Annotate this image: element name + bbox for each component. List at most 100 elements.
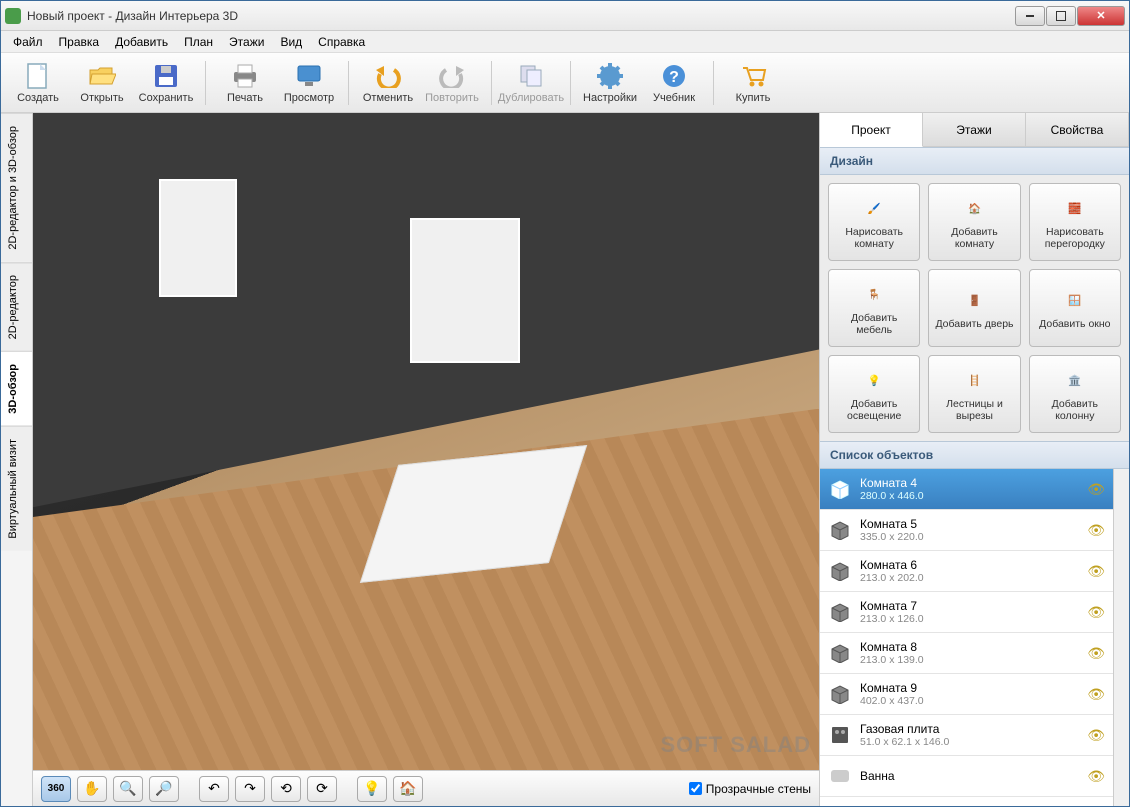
help-button[interactable]: ?Учебник — [643, 56, 705, 110]
buy-button[interactable]: Купить — [722, 56, 784, 110]
pan-button[interactable]: ✋ — [77, 776, 107, 802]
tab-project[interactable]: Проект — [820, 113, 923, 147]
visibility-eye-icon[interactable]: 👁 — [1087, 727, 1105, 744]
object-list-item[interactable]: Комната 6 213.0 x 202.0 👁 — [820, 551, 1113, 592]
undo-icon — [374, 62, 402, 90]
tab-2d[interactable]: 2D-редактор — [1, 262, 32, 351]
duplicate-icon — [517, 62, 545, 90]
right-panel: Проект Этажи Свойства Дизайн 🖌️Нарисоват… — [819, 113, 1129, 806]
draw-partition-button[interactable]: 🧱Нарисовать перегородку — [1029, 183, 1121, 261]
settings-button[interactable]: Настройки — [579, 56, 641, 110]
menu-edit[interactable]: Правка — [51, 33, 108, 51]
open-button[interactable]: Открыть — [71, 56, 133, 110]
left-view-tabs: 2D-редактор и 3D-обзор 2D-редактор 3D-об… — [1, 113, 33, 806]
light-button[interactable]: 💡 — [357, 776, 387, 802]
object-dimensions: 213.0 x 139.0 — [860, 654, 1079, 667]
add-door-button[interactable]: 🚪Добавить дверь — [928, 269, 1020, 347]
visibility-eye-icon[interactable]: 👁 — [1087, 604, 1105, 621]
object-list-item[interactable]: Газовая плита 51.0 x 62.1 x 146.0 👁 — [820, 715, 1113, 756]
visibility-eye-icon[interactable]: 👁 — [1087, 481, 1105, 498]
tab-2d-3d[interactable]: 2D-редактор и 3D-обзор — [1, 113, 32, 262]
scrollbar[interactable] — [1113, 469, 1129, 806]
close-button[interactable] — [1077, 6, 1125, 26]
visibility-eye-icon[interactable]: 👁 — [1087, 645, 1105, 662]
visibility-eye-icon[interactable]: 👁 — [1087, 522, 1105, 539]
3d-render-area[interactable]: SOFT SALAD — [33, 113, 819, 770]
object-icon — [828, 641, 852, 665]
object-list-item[interactable]: Комната 8 213.0 x 139.0 👁 — [820, 633, 1113, 674]
add-furniture-button[interactable]: 🪑Добавить мебель — [828, 269, 920, 347]
visibility-eye-icon[interactable]: 👁 — [1087, 563, 1105, 580]
rotate-left-button[interactable]: ↶ — [199, 776, 229, 802]
orbit-right-icon: ⟳ — [316, 780, 328, 797]
object-icon — [828, 723, 852, 747]
bulb-icon: 💡 — [363, 780, 380, 797]
object-dimensions: 335.0 x 220.0 — [860, 531, 1079, 544]
stairs-icon: 🪜 — [959, 366, 989, 394]
object-name: Комната 5 — [860, 517, 1079, 531]
save-button[interactable]: Сохранить — [135, 56, 197, 110]
spin-360-button[interactable]: 360 — [41, 776, 71, 802]
object-list-item[interactable]: Ванна 👁 — [820, 756, 1113, 797]
orbit-left-button[interactable]: ⟲ — [271, 776, 301, 802]
main-area: 2D-редактор и 3D-обзор 2D-редактор 3D-об… — [1, 113, 1129, 806]
draw-room-button[interactable]: 🖌️Нарисовать комнату — [828, 183, 920, 261]
object-list-item[interactable]: Комната 5 335.0 x 220.0 👁 — [820, 510, 1113, 551]
rotate-right-button[interactable]: ↷ — [235, 776, 265, 802]
add-column-button[interactable]: 🏛️Добавить колонну — [1029, 355, 1121, 433]
zoom-out-button[interactable]: 🔎 — [149, 776, 179, 802]
add-light-button[interactable]: 💡Добавить освещение — [828, 355, 920, 433]
tab-virtual-visit[interactable]: Виртуальный визит — [1, 426, 32, 551]
tab-3d[interactable]: 3D-обзор — [1, 351, 32, 426]
object-name: Комната 4 — [860, 476, 1079, 490]
menu-add[interactable]: Добавить — [107, 33, 176, 51]
object-name: Ванна — [860, 769, 1079, 783]
object-dimensions: 213.0 x 202.0 — [860, 572, 1079, 585]
redo-button[interactable]: Повторить — [421, 56, 483, 110]
tab-properties[interactable]: Свойства — [1026, 113, 1129, 146]
menu-floors[interactable]: Этажи — [221, 33, 272, 51]
transparent-walls-checkbox[interactable]: Прозрачные стены — [689, 782, 811, 796]
object-name: Газовая плита — [860, 722, 1079, 736]
preview-button[interactable]: Просмотр — [278, 56, 340, 110]
print-button[interactable]: Печать — [214, 56, 276, 110]
maximize-button[interactable] — [1046, 6, 1076, 26]
object-list[interactable]: Комната 4 280.0 x 446.0 👁 Комната 5 335.… — [820, 469, 1113, 806]
undo-button[interactable]: Отменить — [357, 56, 419, 110]
object-dimensions: 280.0 x 446.0 — [860, 490, 1079, 503]
add-room-button[interactable]: 🏠Добавить комнату — [928, 183, 1020, 261]
wall-icon: 🧱 — [1060, 194, 1090, 222]
menubar: Файл Правка Добавить План Этажи Вид Спра… — [1, 31, 1129, 53]
menu-file[interactable]: Файл — [5, 33, 51, 51]
new-file-icon — [24, 62, 52, 90]
home-button[interactable]: 🏠 — [393, 776, 423, 802]
object-list-item[interactable]: Комната 4 280.0 x 446.0 👁 — [820, 469, 1113, 510]
viewport: SOFT SALAD 360 ✋ 🔍 🔎 ↶ ↷ ⟲ ⟳ 💡 🏠 Прозрач… — [33, 113, 819, 806]
menu-view[interactable]: Вид — [272, 33, 310, 51]
object-list-item[interactable]: Комната 7 213.0 x 126.0 👁 — [820, 592, 1113, 633]
orbit-right-button[interactable]: ⟳ — [307, 776, 337, 802]
visibility-eye-icon[interactable]: 👁 — [1087, 768, 1105, 785]
create-button[interactable]: Создать — [7, 56, 69, 110]
zoom-in-button[interactable]: 🔍 — [113, 776, 143, 802]
app-window: Новый проект - Дизайн Интерьера 3D Файл … — [0, 0, 1130, 807]
zoom-in-icon: 🔍 — [119, 780, 136, 797]
object-dimensions: 402.0 x 437.0 — [860, 695, 1079, 708]
object-list-item[interactable]: Комната 9 402.0 x 437.0 👁 — [820, 674, 1113, 715]
tab-floors[interactable]: Этажи — [923, 113, 1026, 146]
object-dimensions: 51.0 x 62.1 x 146.0 — [860, 736, 1079, 749]
stairs-button[interactable]: 🪜Лестницы и вырезы — [928, 355, 1020, 433]
plan-add-icon: 🏠 — [959, 194, 989, 222]
minimize-button[interactable] — [1015, 6, 1045, 26]
folder-open-icon — [88, 62, 116, 90]
object-name: Комната 7 — [860, 599, 1079, 613]
object-name: Комната 8 — [860, 640, 1079, 654]
add-window-button[interactable]: 🪟Добавить окно — [1029, 269, 1121, 347]
objects-header: Список объектов — [820, 441, 1129, 469]
right-tabs: Проект Этажи Свойства — [820, 113, 1129, 147]
visibility-eye-icon[interactable]: 👁 — [1087, 686, 1105, 703]
menu-plan[interactable]: План — [176, 33, 221, 51]
brush-icon: 🖌️ — [859, 194, 889, 222]
menu-help[interactable]: Справка — [310, 33, 373, 51]
duplicate-button[interactable]: Дублировать — [500, 56, 562, 110]
